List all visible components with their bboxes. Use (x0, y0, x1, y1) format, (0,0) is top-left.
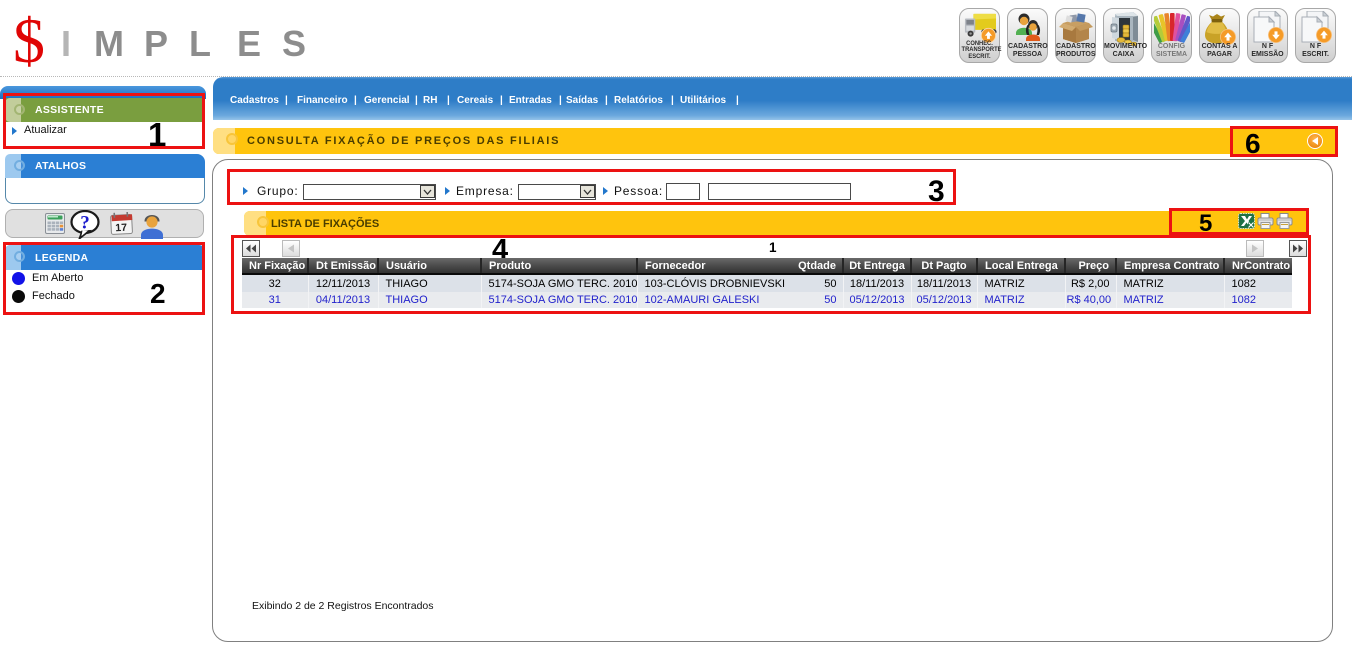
svg-text:?: ? (80, 213, 90, 234)
svg-text:17: 17 (115, 222, 127, 235)
